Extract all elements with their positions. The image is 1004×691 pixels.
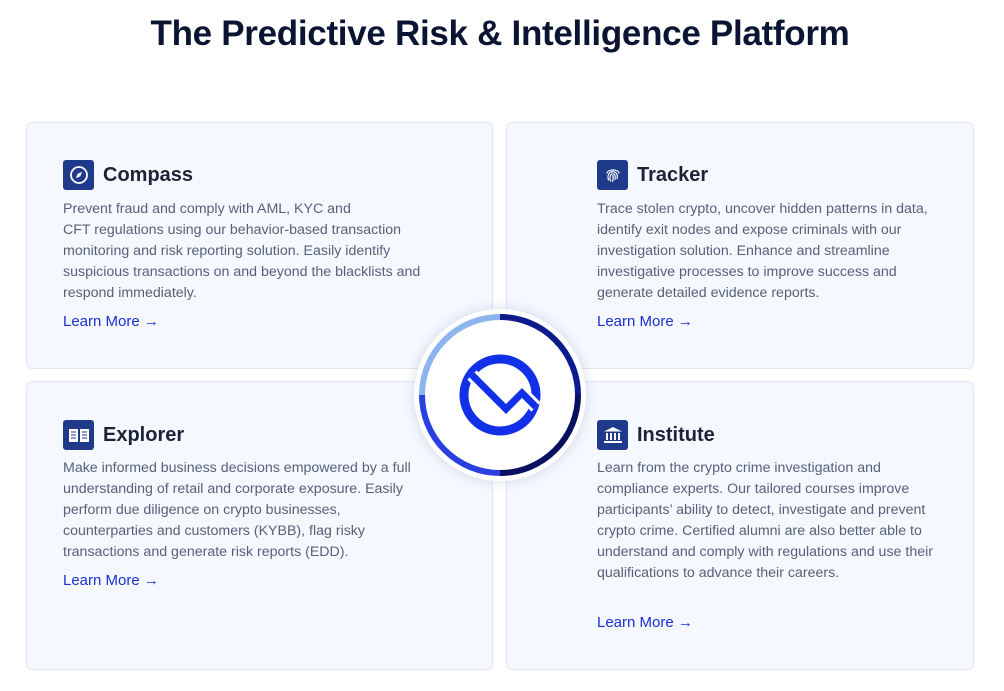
card-description: Prevent fraud and comply with AML, KYC a… <box>63 201 421 301</box>
brand-hub <box>414 309 586 481</box>
fingerprint-icon <box>597 160 628 190</box>
card-description: Learn from the crypto crime investigatio… <box>597 460 933 581</box>
card-title: Tracker <box>637 163 709 186</box>
card-tracker-header: Tracker <box>597 160 708 190</box>
card-title: Institute <box>637 423 715 446</box>
institution-icon <box>597 420 628 450</box>
learn-more-link-compass[interactable]: Learn More → <box>63 313 159 330</box>
card-explorer-header: Explorer <box>63 420 184 450</box>
page-title: The Predictive Risk & Intelligence Platf… <box>150 14 850 53</box>
card-compass-header: Compass <box>63 160 193 190</box>
card-title: Compass <box>103 163 194 186</box>
book-icon <box>63 420 94 450</box>
learn-more-link-tracker[interactable]: Learn More → <box>597 313 693 330</box>
card-description: Make informed business decisions empower… <box>63 460 411 560</box>
card-institute-header: Institute <box>597 420 715 450</box>
card-title: Explorer <box>103 423 185 446</box>
card-description: Trace stolen crypto, uncover hidden patt… <box>597 201 928 301</box>
compass-icon <box>63 160 94 190</box>
brand-logo-icon <box>419 314 581 476</box>
learn-more-link-explorer[interactable]: Learn More → <box>63 572 159 589</box>
learn-more-link-institute[interactable]: Learn More → <box>597 614 693 631</box>
